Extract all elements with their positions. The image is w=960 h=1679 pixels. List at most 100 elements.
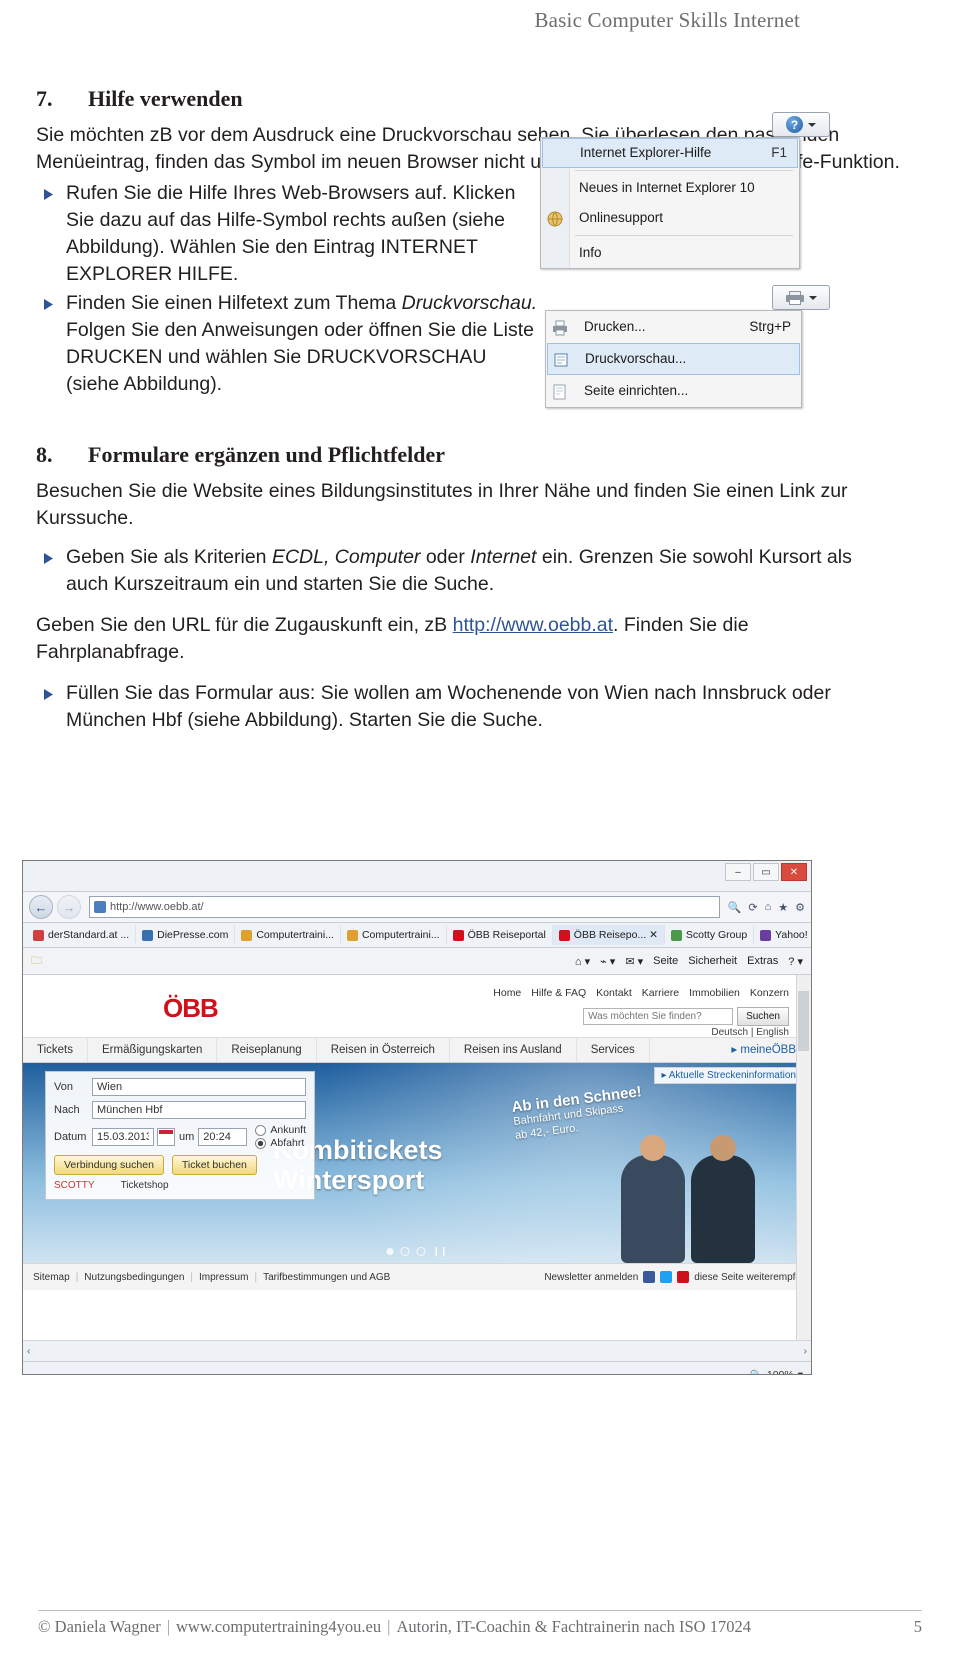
favorites-star-icon[interactable]: ★ — [778, 901, 788, 914]
carousel-dot-2[interactable] — [400, 1247, 410, 1256]
print-dropdown-menu[interactable]: Strg+P Drucken... Druckvorschau... Seite… — [545, 310, 802, 408]
nav-home[interactable]: Home — [493, 987, 521, 999]
search-icon[interactable]: 🔍 — [728, 901, 742, 914]
radio-abfahrt[interactable]: Abfahrt — [255, 1137, 306, 1150]
menu-item-print[interactable]: Strg+P Drucken... — [546, 311, 801, 343]
nav-karriere[interactable]: Karriere — [642, 987, 679, 999]
nav-immobilien[interactable]: Immobilien — [689, 987, 740, 999]
oebb-main-menu[interactable]: Tickets Ermäßigungskarten Reiseplanung R… — [23, 1037, 811, 1063]
zoom-dropdown-icon[interactable]: ▾ — [798, 1369, 803, 1374]
language-switch[interactable]: Deutsch | English — [711, 1027, 789, 1038]
menu-ermaessigungskarten[interactable]: Ermäßigungskarten — [88, 1038, 218, 1062]
menu-item-page-setup[interactable]: Seite einrichten... — [546, 375, 801, 407]
oebb-top-nav[interactable]: Home Hilfe & FAQ Kontakt Karriere Immobi… — [493, 987, 789, 999]
help-question-icon[interactable]: ? ▾ — [788, 955, 803, 968]
command-extras[interactable]: Extras — [747, 955, 778, 967]
footer-sitemap[interactable]: Sitemap — [33, 1272, 70, 1283]
menu-services[interactable]: Services — [577, 1038, 650, 1062]
print-toolbar-button[interactable] — [772, 285, 830, 310]
favicon-icon — [33, 929, 44, 941]
menu-tickets[interactable]: Tickets — [23, 1038, 88, 1062]
nav-hilfe-faq[interactable]: Hilfe & FAQ — [531, 987, 586, 999]
verbindung-suchen-button[interactable]: Verbindung suchen — [54, 1155, 164, 1175]
menu-item-whats-new[interactable]: Neues in Internet Explorer 10 — [541, 173, 799, 203]
menu-item-print-preview[interactable]: Druckvorschau... — [547, 343, 800, 375]
address-bar-icons[interactable]: 🔍 ⟳ ⌂ ★ ⚙ — [724, 901, 805, 914]
favorite-item[interactable]: Computertraini... — [341, 925, 447, 945]
radio-group-ankunft-abfahrt[interactable]: Ankunft Abfahrt — [255, 1124, 306, 1150]
oebb-site-search[interactable]: Suchen — [583, 1007, 789, 1026]
menu-reisen-ins-ausland[interactable]: Reisen ins Ausland — [450, 1038, 577, 1062]
command-seite[interactable]: Seite — [653, 955, 678, 967]
command-bar-left-icons[interactable]: 🗀 — [31, 952, 42, 971]
printer-icon — [785, 290, 804, 305]
share-link[interactable]: diese Seite weiterempfe — [694, 1272, 801, 1283]
calendar-icon[interactable] — [157, 1128, 175, 1146]
input-von[interactable] — [92, 1078, 306, 1096]
gear-icon[interactable]: ⚙ — [795, 901, 805, 914]
zoom-level[interactable]: 100% — [767, 1369, 794, 1374]
maximize-button[interactable]: ▭ — [753, 863, 779, 881]
favorites-bar[interactable]: derStandard.at ... DiePresse.com Compute… — [23, 923, 811, 948]
home-icon[interactable]: ⌂ — [765, 901, 772, 913]
page-header: Basic Computer Skills Internet — [534, 8, 800, 32]
site-search-button[interactable]: Suchen — [737, 1007, 789, 1026]
zoom-icon[interactable]: 🔍 — [750, 1369, 763, 1375]
horizontal-scrollbar[interactable]: ‹ › — [23, 1340, 811, 1361]
footer-social[interactable]: Newsletter anmelden diese Seite weiterem… — [544, 1271, 801, 1283]
page-vertical-scrollbar[interactable] — [796, 975, 811, 1340]
favorite-item[interactable]: Scotty Group — [665, 925, 755, 945]
input-nach[interactable] — [92, 1101, 306, 1119]
mail-icon[interactable]: ✉ ▾ — [625, 955, 643, 968]
favorite-item[interactable]: Yahoo! — [754, 925, 811, 945]
home-icon[interactable]: ⌂ ▾ — [575, 955, 590, 968]
nav-konzern[interactable]: Konzern — [750, 987, 789, 999]
oebb-url-link[interactable]: http://www.oebb.at — [453, 614, 613, 636]
command-sicherheit[interactable]: Sicherheit — [688, 955, 737, 967]
favorite-item[interactable]: DiePresse.com — [136, 925, 236, 945]
feeds-icon[interactable]: ⌁ ▾ — [600, 955, 615, 968]
carousel-pause-icon[interactable]: ❙❙ — [432, 1246, 447, 1257]
back-button[interactable]: ← — [29, 895, 53, 919]
help-dropdown-menu[interactable]: F1 Internet Explorer-Hilfe Neues in Inte… — [540, 137, 800, 269]
window-controls[interactable]: – ▭ ✕ — [723, 863, 807, 881]
close-button[interactable]: ✕ — [781, 863, 807, 881]
minimize-button[interactable]: – — [725, 863, 751, 881]
nav-kontakt[interactable]: Kontakt — [596, 987, 632, 999]
refresh-icon[interactable]: ⟳ — [748, 901, 757, 914]
input-zeit[interactable] — [198, 1128, 248, 1146]
help-toolbar-button[interactable]: ? — [772, 112, 830, 137]
favorite-item[interactable]: derStandard.at ... — [27, 925, 137, 945]
twitter-icon[interactable] — [660, 1271, 673, 1283]
scroll-left-arrow[interactable]: ‹ — [27, 1346, 30, 1357]
radio-ankunft[interactable]: Ankunft — [255, 1124, 306, 1137]
footer-impressum[interactable]: Impressum — [199, 1272, 248, 1283]
forward-button[interactable]: → — [57, 895, 81, 919]
favorite-item[interactable]: ÖBB Reiseportal — [447, 925, 553, 945]
footer-tarifbestimmungen[interactable]: Tarifbestimmungen und AGB — [263, 1272, 390, 1283]
oebb-site-header: ÖBB Home Hilfe & FAQ Kontakt Karriere Im… — [23, 975, 811, 1038]
menu-item-online-support[interactable]: Onlinesupport — [541, 203, 799, 233]
carousel-dot-3[interactable] — [416, 1247, 426, 1256]
menu-item-ie-help[interactable]: F1 Internet Explorer-Hilfe — [542, 138, 798, 168]
newsletter-link[interactable]: Newsletter anmelden — [544, 1272, 638, 1283]
facebook-icon[interactable] — [643, 1271, 656, 1283]
menu-reiseplanung[interactable]: Reiseplanung — [217, 1038, 317, 1062]
form-sub-links: SCOTTY Ticketshop — [54, 1180, 306, 1191]
carousel-dot-1[interactable] — [386, 1248, 394, 1255]
input-datum[interactable] — [92, 1128, 154, 1146]
ticket-buchen-button[interactable]: Ticket buchen — [171, 1155, 257, 1175]
streckeninfo-strip[interactable]: ▸ Aktuelle Streckeninformation — [654, 1067, 803, 1084]
url-input[interactable]: http://www.oebb.at/ — [89, 896, 720, 918]
menu-reisen-in-oesterreich[interactable]: Reisen in Österreich — [317, 1038, 450, 1062]
scrollbar-thumb[interactable] — [798, 991, 809, 1051]
footer-nutzungsbedingungen[interactable]: Nutzungsbedingungen — [84, 1272, 184, 1283]
hero-carousel-controls[interactable]: ❙❙ — [386, 1246, 448, 1257]
share-plus-icon[interactable] — [677, 1271, 690, 1283]
menu-item-info[interactable]: Info — [541, 238, 799, 268]
favorite-item-active[interactable]: ÖBB Reisepo... ✕ — [552, 925, 665, 945]
site-search-input[interactable] — [583, 1008, 734, 1025]
favorite-item[interactable]: Computertraini... — [235, 925, 341, 945]
folder-icon[interactable]: 🗀 — [31, 952, 42, 971]
scroll-right-arrow[interactable]: › — [804, 1346, 807, 1357]
